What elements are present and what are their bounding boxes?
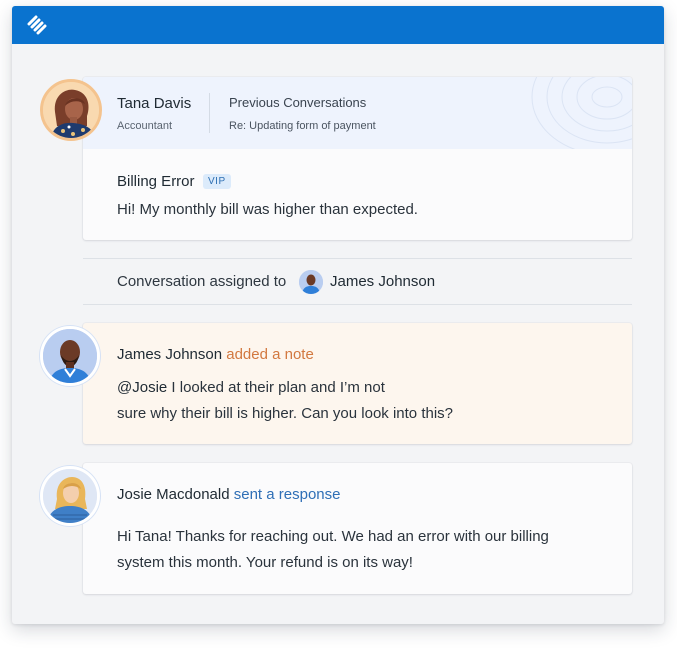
assignment-label: Conversation assigned to (117, 273, 287, 290)
internal-note-card[interactable]: James Johnson added a note @Josie I look… (83, 323, 632, 444)
tana-davis-avatar[interactable] (40, 79, 102, 141)
note-line-1-text: I looked at their plan and I’m not (167, 379, 385, 396)
assignee-avatar[interactable] (299, 270, 323, 294)
assignment-bottom-divider (83, 304, 632, 305)
app-window: Tana Davis Accountant Previous Conversat… (12, 6, 664, 624)
previous-conversation-link[interactable]: Re: Updating form of payment (229, 120, 376, 132)
note-action: added a note (226, 346, 314, 363)
customer-ticket-card[interactable]: Tana Davis Accountant Previous Conversat… (83, 77, 632, 240)
customer-name[interactable]: Tana Davis (117, 95, 191, 112)
contour-pattern-icon (531, 77, 632, 149)
josie-macdonald-avatar-icon (43, 469, 97, 523)
ticket-subject: Billing Error (117, 173, 195, 190)
customer-role: Accountant (117, 120, 173, 132)
help-scout-logo-icon[interactable] (27, 15, 47, 35)
response-card[interactable]: Josie Macdonald sent a response Hi Tana!… (83, 463, 632, 594)
response-author[interactable]: Josie Macdonald (117, 486, 230, 503)
james-johnson-avatar[interactable] (40, 326, 100, 386)
tana-davis-avatar-icon (43, 82, 99, 138)
james-johnson-small-avatar-icon (299, 270, 323, 294)
top-bar (12, 6, 664, 44)
header-divider (209, 93, 210, 133)
response-line-1: Hi Tana! Thanks for reaching out. We had… (117, 528, 549, 545)
previous-conversations-title: Previous Conversations (229, 95, 367, 110)
assignment-top-divider (83, 258, 632, 259)
response-action: sent a response (233, 486, 341, 503)
note-line-2: sure why their bill is higher. Can you l… (117, 405, 454, 422)
ticket-message: Hi! My monthly bill was higher than expe… (117, 201, 418, 218)
mention-josie[interactable]: @Josie (117, 379, 167, 396)
vip-badge: VIP (203, 174, 231, 189)
response-line-2: system this month. Your refund is on its… (117, 554, 413, 571)
note-author[interactable]: James Johnson (117, 346, 222, 363)
assignee-name[interactable]: James Johnson (330, 273, 435, 290)
james-johnson-avatar-icon (43, 329, 97, 383)
josie-macdonald-avatar[interactable] (40, 466, 100, 526)
note-line-1: @Josie I looked at their plan and I’m no… (117, 374, 385, 401)
customer-header (83, 77, 632, 149)
response-author-line: Josie Macdonald sent a response (117, 486, 341, 503)
note-author-line: James Johnson added a note (117, 346, 314, 363)
